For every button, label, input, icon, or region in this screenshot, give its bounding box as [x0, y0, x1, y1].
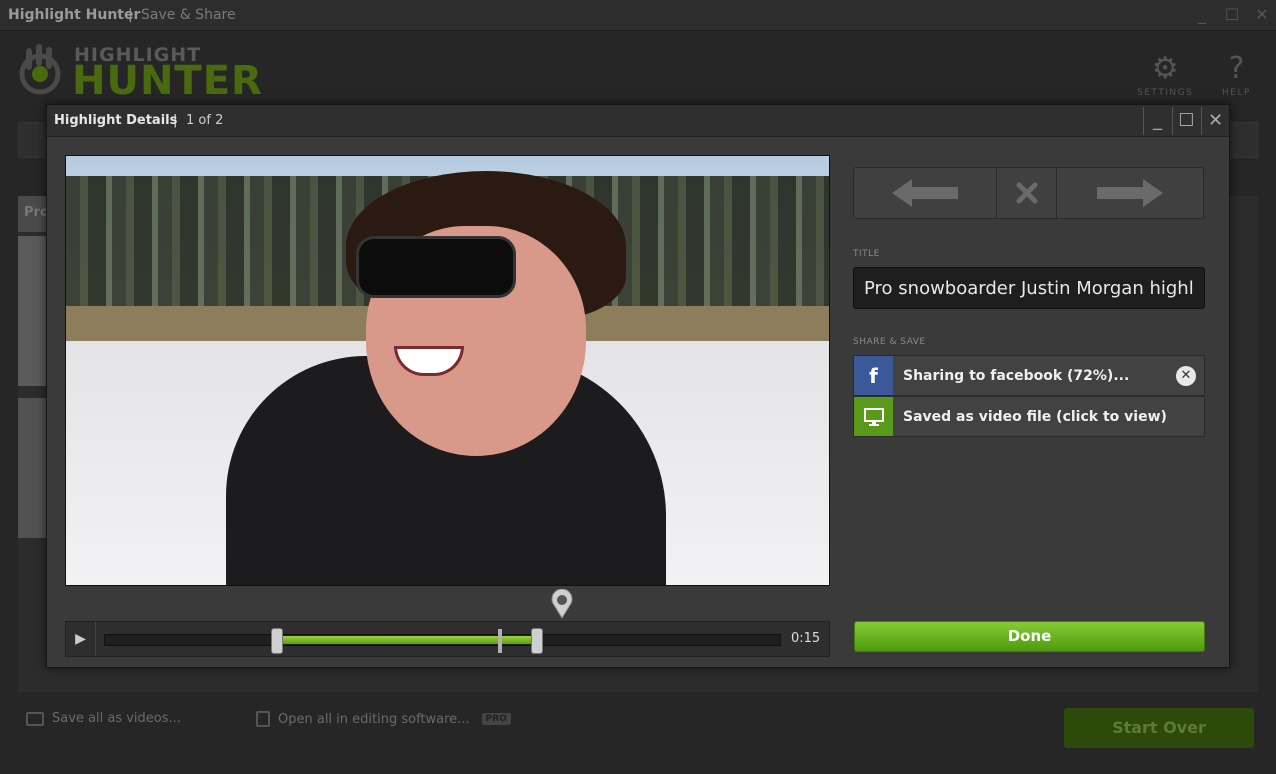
- film-icon: [256, 711, 270, 727]
- settings-label: SETTINGS: [1137, 88, 1194, 98]
- open-all-label: Open all in editing software...: [278, 711, 470, 727]
- monitor-icon: [854, 397, 893, 436]
- timeline-track[interactable]: [104, 628, 781, 654]
- dialog-maximize-button[interactable]: ☐: [1172, 107, 1200, 135]
- timecode: 0:15: [791, 631, 821, 646]
- save-all-link[interactable]: Save all as videos...: [26, 711, 181, 726]
- start-over-button[interactable]: Start Over: [1064, 708, 1254, 748]
- window-minimize-button[interactable]: _: [1190, 4, 1214, 26]
- title-input[interactable]: [853, 267, 1205, 309]
- saved-video-row[interactable]: Saved as video file (click to view): [853, 396, 1205, 437]
- facebook-icon: f: [854, 356, 893, 395]
- share-facebook-row[interactable]: f Sharing to facebook (72%)... ✕: [853, 355, 1205, 396]
- title-separator: |: [128, 7, 133, 23]
- play-button[interactable]: ▶: [66, 622, 96, 656]
- timeline-bar: ▶ 0:15: [65, 621, 830, 657]
- help-icon: ?: [1228, 51, 1245, 86]
- dialog-minimize-button[interactable]: _: [1143, 107, 1171, 135]
- hand-logo-icon: [19, 44, 61, 95]
- monitor-glyph-icon: [863, 407, 884, 426]
- pro-badge: PRO: [481, 713, 511, 725]
- dialog-title: Highlight Details: [54, 113, 178, 128]
- help-label: HELP: [1222, 88, 1251, 98]
- settings-button[interactable]: ⚙ SETTINGS: [1137, 51, 1194, 99]
- highlight-details-dialog: Highlight Details | 1 of 2 _ ☐ ✕ ▶ 0:15: [46, 104, 1230, 668]
- window-maximize-button[interactable]: ☐: [1220, 4, 1244, 26]
- help-button[interactable]: ? HELP: [1222, 51, 1251, 99]
- logo-text-bottom: HUNTER: [72, 58, 263, 104]
- highlight-nav-group: [853, 167, 1204, 219]
- window-close-button[interactable]: ✕: [1250, 4, 1274, 26]
- highlight-marker-icon[interactable]: [551, 589, 573, 619]
- share-save-label: SHARE & SAVE: [853, 337, 926, 347]
- dialog-title-separator: |: [173, 113, 178, 128]
- app-title: Highlight Hunter: [8, 7, 141, 23]
- gear-icon: ⚙: [1151, 51, 1179, 86]
- share-facebook-status: Sharing to facebook (72%)...: [903, 367, 1130, 384]
- window-titlebar: Highlight Hunter | Save & Share _ ☐ ✕: [0, 0, 1276, 31]
- selection-start-handle[interactable]: [271, 628, 284, 654]
- video-preview[interactable]: [65, 155, 830, 586]
- selection-end-handle[interactable]: [531, 628, 543, 654]
- cancel-share-button[interactable]: ✕: [1176, 366, 1196, 386]
- previous-highlight-button[interactable]: [854, 168, 997, 218]
- close-icon: [1016, 182, 1037, 204]
- background-thumbnail: [18, 236, 48, 386]
- background-thumbnail: [18, 398, 48, 538]
- arrow-right-icon: [1097, 179, 1163, 207]
- title-field-label: TITLE: [853, 249, 880, 259]
- delete-highlight-button[interactable]: [997, 168, 1057, 218]
- save-all-label: Save all as videos...: [52, 711, 181, 726]
- saved-video-status: Saved as video file (click to view): [903, 408, 1167, 425]
- dialog-close-button[interactable]: ✕: [1201, 107, 1229, 135]
- highlight-counter: 1 of 2: [186, 113, 224, 128]
- monitor-icon: [26, 711, 44, 726]
- arrow-left-icon: [892, 179, 958, 207]
- open-all-link[interactable]: Open all in editing software... PRO: [256, 711, 511, 727]
- video-person-glasses: [356, 236, 516, 298]
- playhead[interactable]: [497, 629, 502, 653]
- done-button[interactable]: Done: [854, 621, 1205, 652]
- dialog-header: Highlight Details | 1 of 2 _ ☐ ✕: [47, 105, 1229, 137]
- background-strip-label: Pro: [18, 196, 48, 232]
- next-highlight-button[interactable]: [1057, 168, 1203, 218]
- page-title: Save & Share: [141, 7, 236, 23]
- app-logo: HIGHLIGHT HUNTER: [16, 44, 306, 104]
